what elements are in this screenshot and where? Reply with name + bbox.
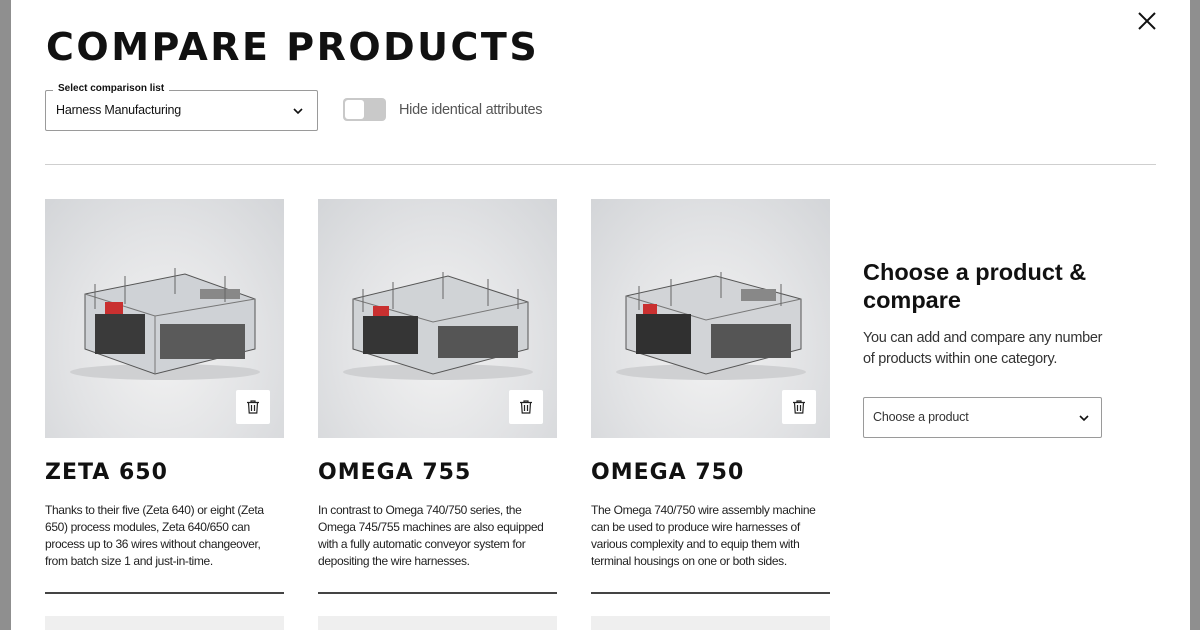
trash-icon (793, 400, 805, 414)
product-name[interactable]: OMEGA 755 (318, 460, 557, 488)
hide-identical-toggle[interactable] (343, 98, 386, 121)
product-card: ZETA 650 Thanks to their five (Zeta 640)… (45, 199, 284, 630)
close-icon[interactable] (1135, 9, 1159, 33)
machine-image (70, 268, 260, 380)
add-product-text: You can add and compare any number of pr… (863, 330, 1103, 367)
toggle-knob (345, 100, 364, 119)
hide-identical-label: Hide identical attributes (399, 102, 543, 118)
product-image[interactable] (45, 199, 284, 438)
chevron-down-icon (293, 108, 303, 115)
product-description: Thanks to their five (Zeta 640) or eight… (45, 503, 264, 568)
attribute-row (45, 616, 284, 630)
choose-product-select[interactable]: Choose a product (863, 397, 1102, 438)
divider (591, 592, 830, 594)
attribute-row (318, 616, 557, 630)
product-image[interactable] (318, 199, 557, 438)
compare-products-modal: COMPARE PRODUCTS Harness Manufacturing S… (11, 0, 1190, 630)
product-card: OMEGA 750 The Omega 740/750 wire assembl… (591, 199, 830, 630)
product-description: The Omega 740/750 wire assembly machine … (591, 503, 816, 568)
machine-image (343, 272, 533, 380)
trash-icon (520, 400, 532, 414)
product-name[interactable]: OMEGA 750 (591, 460, 830, 488)
comparison-list-value: Harness Manufacturing (56, 103, 182, 117)
chevron-down-icon (1079, 415, 1089, 422)
machine-image (616, 272, 806, 380)
trash-icon (247, 400, 259, 414)
divider (318, 592, 557, 594)
remove-product-button[interactable] (236, 390, 270, 424)
product-image[interactable] (591, 199, 830, 438)
choose-product-placeholder: Choose a product (873, 410, 969, 424)
product-description: In contrast to Omega 740/750 series, the… (318, 503, 544, 568)
divider (45, 164, 1156, 165)
divider (45, 592, 284, 594)
comparison-list-select[interactable]: Harness Manufacturing (45, 90, 318, 131)
page-title: COMPARE PRODUCTS (46, 25, 540, 69)
attribute-row (591, 616, 830, 630)
add-product-heading: Choose a product & compare (863, 259, 1087, 313)
comparison-list-label: Select comparison list (53, 83, 170, 94)
remove-product-button[interactable] (782, 390, 816, 424)
product-card: OMEGA 755 In contrast to Omega 740/750 s… (318, 199, 557, 630)
product-name[interactable]: ZETA 650 (45, 460, 284, 488)
remove-product-button[interactable] (509, 390, 543, 424)
